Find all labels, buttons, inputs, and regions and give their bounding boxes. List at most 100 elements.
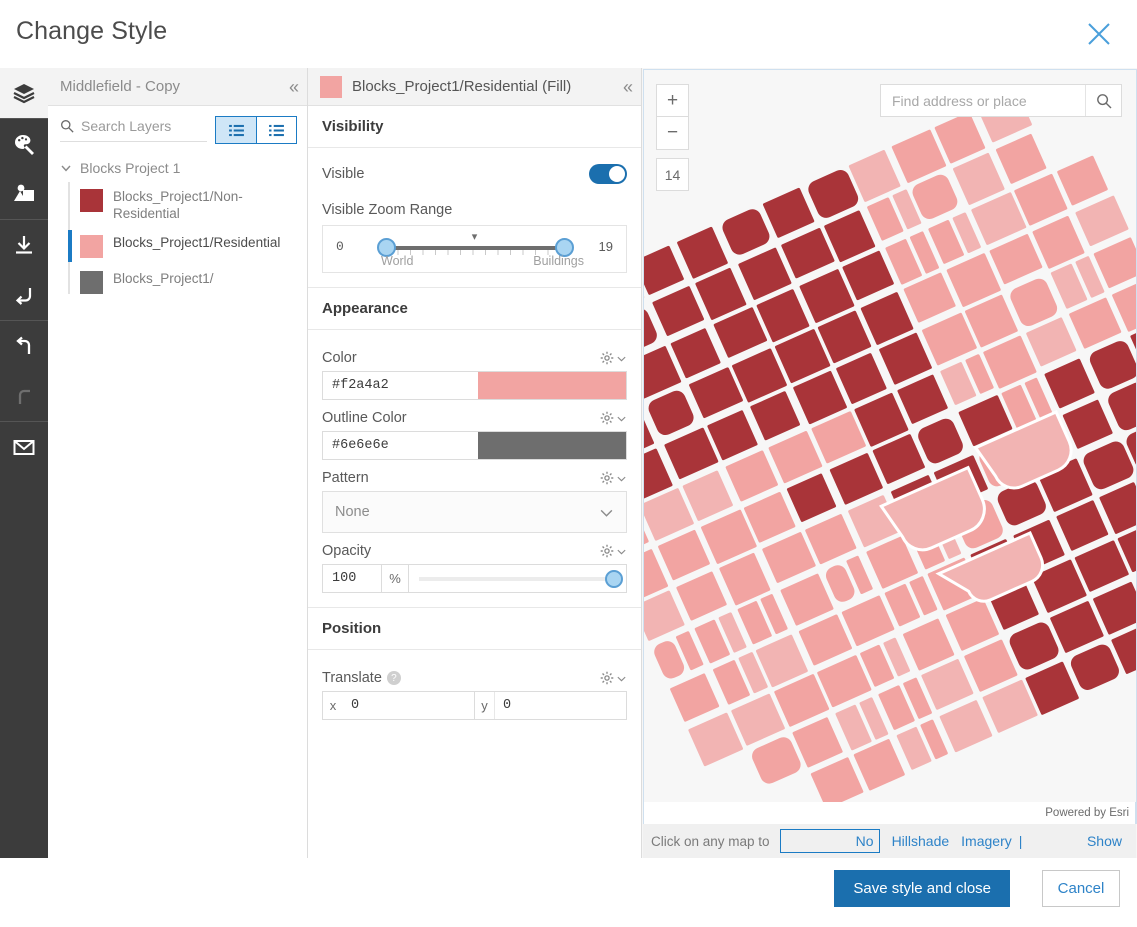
style-panel-title: Blocks_Project1/Residential (Fill) [352, 78, 571, 95]
change-style-dialog: Change Style [0, 0, 1137, 927]
section-appearance-heading: Appearance [308, 288, 641, 330]
search-icon [1096, 93, 1112, 109]
rail-item-download[interactable] [0, 220, 48, 270]
chevron-down-icon [599, 505, 614, 520]
basemap-none-option[interactable]: No [780, 829, 880, 853]
section-visibility-heading: Visibility [308, 106, 641, 148]
visible-row: Visible [322, 158, 627, 194]
map-search-box[interactable]: Find address or place [880, 84, 1122, 117]
opacity-label: Opacity [322, 543, 371, 559]
close-icon[interactable] [1075, 10, 1123, 58]
outline-color-swatch-preview[interactable] [478, 432, 626, 459]
map-canvas[interactable]: + − 14 Find address or place [643, 69, 1137, 824]
style-panel: Blocks_Project1/Residential (Fill) « Vis… [308, 68, 642, 858]
layer-item-label: Blocks_Project1/ [113, 270, 214, 287]
pattern-options-button[interactable] [600, 471, 627, 485]
style-panel-header: Blocks_Project1/Residential (Fill) « [308, 68, 641, 106]
color-swatch-preview[interactable] [478, 372, 626, 399]
rail-item-layers[interactable] [0, 68, 48, 118]
gear-icon [600, 544, 614, 558]
layer-group-label: Blocks Project 1 [80, 160, 180, 176]
layer-item-label: Blocks_Project1/Non-Residential [113, 188, 295, 222]
translate-x-input[interactable]: 0 [343, 692, 474, 719]
pattern-property-header: Pattern [322, 470, 627, 486]
color-hex-value[interactable]: #f2a4a2 [323, 372, 478, 399]
outline-color-input[interactable]: #6e6e6e [322, 431, 627, 460]
opacity-slider-handle[interactable] [605, 570, 623, 588]
map-search-button[interactable] [1085, 85, 1121, 116]
style-layer-swatch [320, 76, 342, 98]
layer-item-label: Blocks_Project1/Residential [113, 234, 280, 251]
layer-item-residential[interactable]: Blocks_Project1/Residential [72, 228, 307, 264]
outline-color-hex-value[interactable]: #6e6e6e [323, 432, 478, 459]
translate-label: Translate [322, 670, 382, 686]
opacity-options-button[interactable] [600, 544, 627, 558]
help-icon[interactable]: ? [387, 671, 401, 685]
rail-item-redo[interactable] [0, 371, 48, 421]
gear-icon [600, 471, 614, 485]
translate-y-input[interactable]: 0 [494, 692, 626, 719]
gear-icon [600, 351, 614, 365]
visible-toggle[interactable] [589, 164, 627, 184]
layers-panel: Middlefield - Copy « Search Layers [48, 68, 308, 858]
zoom-out-button[interactable]: − [656, 117, 689, 150]
section-position-body: Translate? x 0 y 0 [308, 650, 641, 734]
translate-options-button[interactable] [600, 671, 627, 685]
rail-item-share[interactable] [0, 422, 48, 472]
chevron-down-icon [616, 413, 627, 424]
cancel-button[interactable]: Cancel [1042, 870, 1120, 907]
chevron-down-icon [616, 546, 627, 557]
basemap-imagery-option[interactable]: Imagery [961, 833, 1012, 849]
show-button[interactable]: Show [1087, 833, 1122, 849]
opacity-slider[interactable] [409, 565, 626, 592]
save-style-and-close-button[interactable]: Save style and close [834, 870, 1010, 907]
color-property-header: Color [322, 350, 627, 366]
layer-group-blocks-project-1[interactable]: Blocks Project 1 [48, 150, 307, 182]
basemap-hillshade-option[interactable]: Hillshade [892, 833, 950, 849]
translate-y-axis-label: y [474, 692, 494, 719]
pattern-select[interactable]: None [322, 491, 627, 533]
map-attribution: Powered by Esri [643, 802, 1136, 824]
opacity-property-header: Opacity [322, 543, 627, 559]
outline-color-label: Outline Color [322, 410, 407, 426]
rail-item-undo[interactable] [0, 321, 48, 371]
collapse-style-icon[interactable]: « [623, 78, 631, 96]
chevron-down-icon [616, 353, 627, 364]
map-bottom-bar: Click on any map to No Hillshade Imagery… [643, 824, 1136, 858]
color-options-button[interactable] [600, 351, 627, 365]
opacity-value[interactable]: 100 [323, 565, 381, 592]
list-icon [229, 124, 244, 137]
map-area: + − 14 Find address or place Powered by … [642, 68, 1137, 858]
visible-zoom-range-slider[interactable]: 0 19 ▾ World Buildings [322, 225, 627, 273]
rail-item-scene[interactable] [0, 169, 48, 219]
opacity-control[interactable]: 100 % [322, 564, 627, 593]
zoom-level-indicator[interactable]: 14 [656, 158, 689, 191]
zoom-range-max-label: Buildings [533, 254, 584, 268]
rail-item-revert[interactable] [0, 270, 48, 320]
chevron-down-icon: ▾ [472, 230, 478, 243]
undo-icon [12, 334, 36, 358]
revert-icon [12, 283, 36, 307]
outline-color-property-header: Outline Color [322, 410, 627, 426]
collapse-layers-icon[interactable]: « [289, 78, 297, 96]
dialog-footer: Save style and close Cancel [0, 858, 1137, 927]
outline-color-options-button[interactable] [600, 411, 627, 425]
list-view-detailed-button[interactable] [256, 117, 296, 143]
zoom-in-button[interactable]: + [656, 84, 689, 117]
color-input[interactable]: #f2a4a2 [322, 371, 627, 400]
layers-search-row: Search Layers [48, 106, 307, 150]
layer-list: Blocks_Project1/Non-Residential Blocks_P… [48, 182, 307, 300]
map-zoom-controls: + − 14 [656, 84, 689, 191]
search-layers-input[interactable]: Search Layers [60, 118, 207, 142]
list-view-compact-button[interactable] [216, 117, 256, 143]
rail-item-style[interactable] [0, 119, 48, 169]
layers-panel-title: Middlefield - Copy [60, 78, 180, 95]
layer-item-base[interactable]: Blocks_Project1/ [72, 264, 307, 300]
map-hint-text: Click on any map to [651, 834, 770, 849]
layer-item-non-residential[interactable]: Blocks_Project1/Non-Residential [72, 182, 307, 228]
bottom-bar-divider: | [1019, 833, 1023, 849]
tool-rail [0, 68, 48, 858]
layers-panel-header: Middlefield - Copy « [48, 68, 307, 106]
section-appearance-body: Color #f2a4a2 Outline Color [308, 330, 641, 608]
map-search-placeholder[interactable]: Find address or place [881, 85, 1085, 116]
